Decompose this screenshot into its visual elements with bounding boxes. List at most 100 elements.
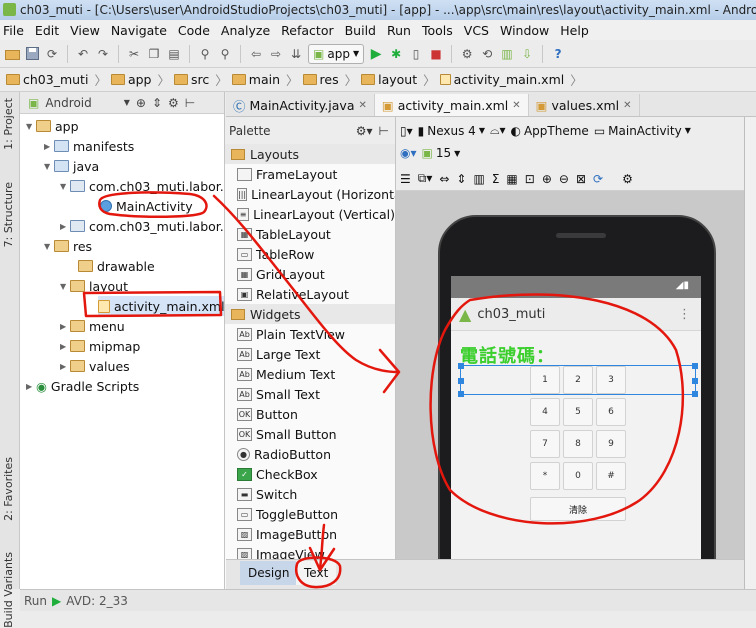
- back-icon[interactable]: ⇦: [248, 46, 264, 62]
- breadcrumb-item[interactable]: layout 〉: [361, 70, 436, 89]
- hide-panel-icon[interactable]: ⊢: [379, 124, 389, 138]
- preview-mode-icon[interactable]: ⧉▾: [418, 171, 433, 186]
- menu-edit[interactable]: Edit: [35, 23, 59, 38]
- tree-item-drawable[interactable]: drawable: [78, 256, 155, 276]
- palette-item[interactable]: ||| LinearLayout (Horizonta: [225, 184, 395, 204]
- sdk-manager-icon[interactable]: ⇩: [519, 46, 535, 62]
- key-9[interactable]: 9: [596, 430, 626, 458]
- menu-tools[interactable]: Tools: [422, 23, 453, 38]
- zoom-actual-icon[interactable]: ⊠: [576, 172, 586, 186]
- sigma-icon[interactable]: Σ: [492, 172, 500, 186]
- menu-run[interactable]: Run: [387, 23, 411, 38]
- expand-vertical-icon[interactable]: ⇕: [456, 172, 466, 186]
- expand-arrow-icon[interactable]: ▼: [44, 242, 54, 251]
- menu-file[interactable]: File: [3, 23, 24, 38]
- palette-item[interactable]: Ab Medium Text: [225, 364, 395, 384]
- resize-handle[interactable]: [458, 378, 464, 384]
- run-icon[interactable]: ▶: [368, 46, 384, 62]
- hide-panel-icon[interactable]: ⊢: [185, 96, 195, 110]
- project-structure-icon[interactable]: ⚙: [459, 46, 475, 62]
- help-icon[interactable]: ?: [550, 46, 566, 62]
- palette-section-widgets[interactable]: Widgets: [225, 304, 395, 324]
- tree-item-manifests[interactable]: ▶ manifests: [44, 136, 134, 156]
- chevron-down-icon[interactable]: ▼: [124, 98, 130, 107]
- globe-icon[interactable]: ◉▾: [400, 146, 417, 160]
- breadcrumb-item[interactable]: res 〉: [302, 70, 357, 89]
- tree-item-app[interactable]: ▼ app: [26, 116, 79, 136]
- sync-icon[interactable]: ⟳: [44, 46, 60, 62]
- palette-item[interactable]: ▦ GridLayout: [225, 264, 395, 284]
- breadcrumb-item[interactable]: app 〉: [110, 70, 170, 89]
- sync-gradle-icon[interactable]: ⟲: [479, 46, 495, 62]
- key-hash[interactable]: #: [596, 462, 626, 490]
- menu-build[interactable]: Build: [345, 23, 376, 38]
- expand-arrow-icon[interactable]: ▼: [60, 282, 70, 291]
- gear-icon[interactable]: ⚙: [622, 172, 633, 186]
- expand-arrow-icon[interactable]: ▼: [44, 162, 54, 171]
- tree-item-package-test[interactable]: ▶ com.ch03_muti.labor.ch: [60, 216, 224, 236]
- palette-item[interactable]: ▨ ImageButton: [225, 524, 395, 544]
- save-icon[interactable]: [24, 46, 40, 62]
- undo-icon[interactable]: ↶: [75, 46, 91, 62]
- device-selector[interactable]: ▮ Nexus 4 ▼: [418, 124, 485, 138]
- find-icon[interactable]: ⚲: [197, 46, 213, 62]
- breadcrumb-item[interactable]: src 〉: [174, 70, 228, 89]
- debug-icon[interactable]: ✱: [388, 46, 404, 62]
- run-status-label[interactable]: Run: [24, 594, 47, 608]
- expand-arrow-icon[interactable]: ▼: [60, 182, 70, 191]
- tab-build-variants[interactable]: Build Variants: [2, 552, 15, 628]
- overflow-menu-icon[interactable]: ⋮: [678, 307, 691, 322]
- tab-activity-main-xml[interactable]: ▣ activity_main.xml ✕: [374, 94, 529, 116]
- theme-selector[interactable]: ◐ AppTheme: [510, 124, 588, 138]
- cut-icon[interactable]: ✂: [126, 46, 142, 62]
- key-0[interactable]: 0: [563, 462, 593, 490]
- palette-item[interactable]: ▭ ToggleButton: [225, 504, 395, 524]
- resize-handle[interactable]: [692, 363, 698, 369]
- palette-item[interactable]: ✓ CheckBox: [225, 464, 395, 484]
- device-frame-icon[interactable]: ▯▾: [400, 124, 413, 138]
- zoom-in-icon[interactable]: ⊕: [542, 172, 552, 186]
- key-8[interactable]: 8: [563, 430, 593, 458]
- tree-item-menu[interactable]: ▶ menu: [60, 316, 125, 336]
- breadcrumb-item[interactable]: ch03_muti 〉: [6, 70, 107, 89]
- resize-handle[interactable]: [458, 363, 464, 369]
- tab-design[interactable]: Design: [240, 561, 298, 585]
- make-project-icon[interactable]: ⇊: [288, 46, 304, 62]
- breadcrumb-item[interactable]: activity_main.xml 〉: [439, 70, 583, 89]
- open-folder-icon[interactable]: [4, 46, 20, 62]
- zoom-fit-icon[interactable]: ⊡: [525, 172, 535, 186]
- menu-window[interactable]: Window: [500, 23, 549, 38]
- orientation-icon[interactable]: ⌓▾: [490, 123, 506, 138]
- redo-icon[interactable]: ↷: [95, 46, 111, 62]
- key-2[interactable]: 2: [563, 366, 593, 394]
- tree-item-layout[interactable]: ▼ layout: [60, 276, 128, 296]
- project-view-mode[interactable]: Android: [45, 96, 91, 110]
- menu-help[interactable]: Help: [560, 23, 589, 38]
- tab-project[interactable]: 1: Project: [2, 98, 15, 150]
- close-icon[interactable]: ✕: [623, 100, 631, 111]
- close-icon[interactable]: ✕: [358, 100, 366, 111]
- menu-refactor[interactable]: Refactor: [281, 23, 333, 38]
- palette-item[interactable]: Ab Small Text: [225, 384, 395, 404]
- expand-arrow-icon[interactable]: ▼: [26, 122, 36, 131]
- clear-button[interactable]: 清除: [530, 497, 626, 521]
- resize-handle[interactable]: [458, 391, 464, 397]
- tree-item-values[interactable]: ▶ values: [60, 356, 130, 376]
- resize-handle[interactable]: [692, 391, 698, 397]
- tab-favorites[interactable]: 2: Favorites: [2, 457, 15, 521]
- key-5[interactable]: 5: [563, 398, 593, 426]
- tree-item-java[interactable]: ▼ java: [44, 156, 99, 176]
- activity-selector[interactable]: ▭ MainActivity ▼: [594, 124, 691, 138]
- tab-values-xml[interactable]: ▣ values.xml ✕: [529, 94, 640, 116]
- grid-icon[interactable]: ▦: [506, 172, 517, 186]
- zoom-out-icon[interactable]: ⊖: [559, 172, 569, 186]
- expand-horizontal-icon[interactable]: ⇔: [439, 172, 449, 186]
- palette-item[interactable]: Ab Plain TextView: [225, 324, 395, 344]
- tab-mainactivity-java[interactable]: Ⓒ MainActivity.java ✕: [226, 94, 375, 116]
- palette-item[interactable]: ● RadioButton: [225, 444, 395, 464]
- columns-icon[interactable]: ▥: [473, 172, 484, 186]
- palette-item[interactable]: OK Small Button: [225, 424, 395, 444]
- expand-arrow-icon[interactable]: ▶: [26, 382, 36, 391]
- key-star[interactable]: *: [530, 462, 560, 490]
- scroll-from-source-icon[interactable]: ⊕: [136, 96, 146, 110]
